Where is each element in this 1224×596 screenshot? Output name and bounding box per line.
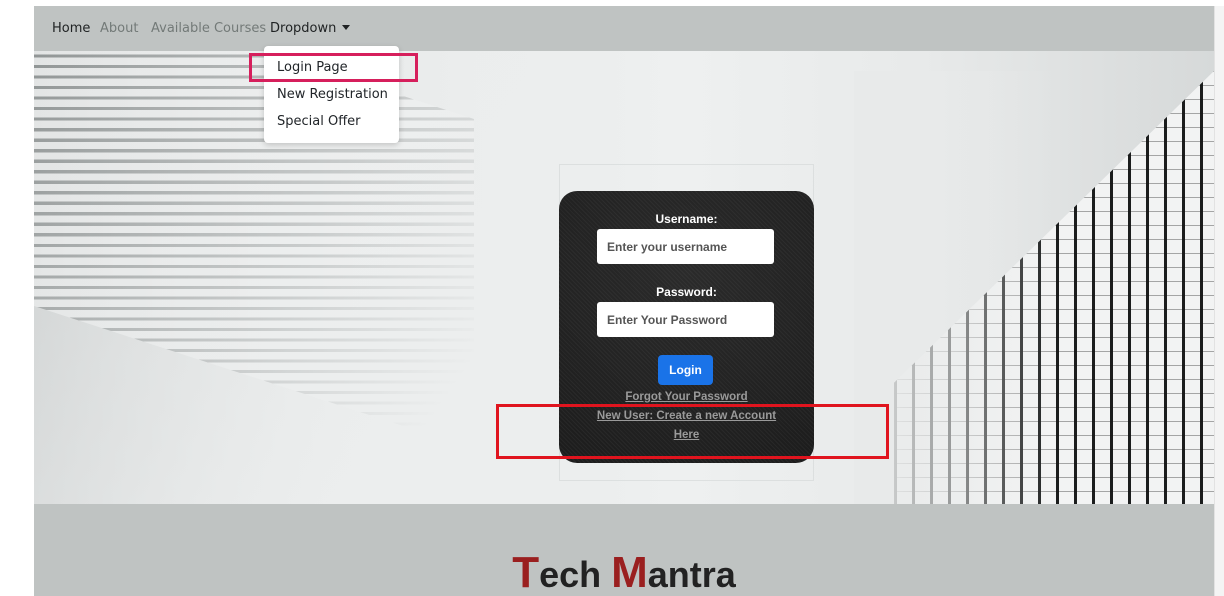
dropdown-item-new-registration[interactable]: New Registration xyxy=(277,87,388,102)
caret-down-icon xyxy=(342,25,351,30)
navbar: Home About Available Courses Dropdown xyxy=(34,6,1214,51)
highlight-box-login-page xyxy=(249,53,418,82)
highlight-box-new-account xyxy=(496,404,889,459)
hero-background: Username: Password: Login Forgot Your Pa… xyxy=(34,51,1214,504)
username-input[interactable] xyxy=(597,229,774,264)
scrollbar[interactable] xyxy=(1214,6,1224,596)
nav-courses-link[interactable]: Available Courses xyxy=(151,21,266,36)
brand-cap-t: T xyxy=(512,548,540,596)
brand-word-1: ech xyxy=(539,554,612,595)
password-label: Password: xyxy=(656,285,717,299)
password-input[interactable] xyxy=(597,302,774,337)
nav-dropdown-toggle[interactable]: Dropdown xyxy=(270,21,351,36)
nav-about-link[interactable]: About xyxy=(100,21,138,36)
brand-title: Tech Mantra xyxy=(34,548,1214,596)
nav-home-link[interactable]: Home xyxy=(52,21,90,36)
nav-dropdown-label: Dropdown xyxy=(270,21,337,36)
dropdown-item-special-offer[interactable]: Special Offer xyxy=(277,114,361,129)
login-button[interactable]: Login xyxy=(658,355,713,385)
brand-word-2: antra xyxy=(647,554,736,595)
brand-cap-m: M xyxy=(611,548,648,596)
username-label: Username: xyxy=(655,212,718,226)
footer: Tech Mantra xyxy=(34,504,1214,596)
browser-viewport: Home About Available Courses Dropdown Us… xyxy=(34,6,1214,596)
